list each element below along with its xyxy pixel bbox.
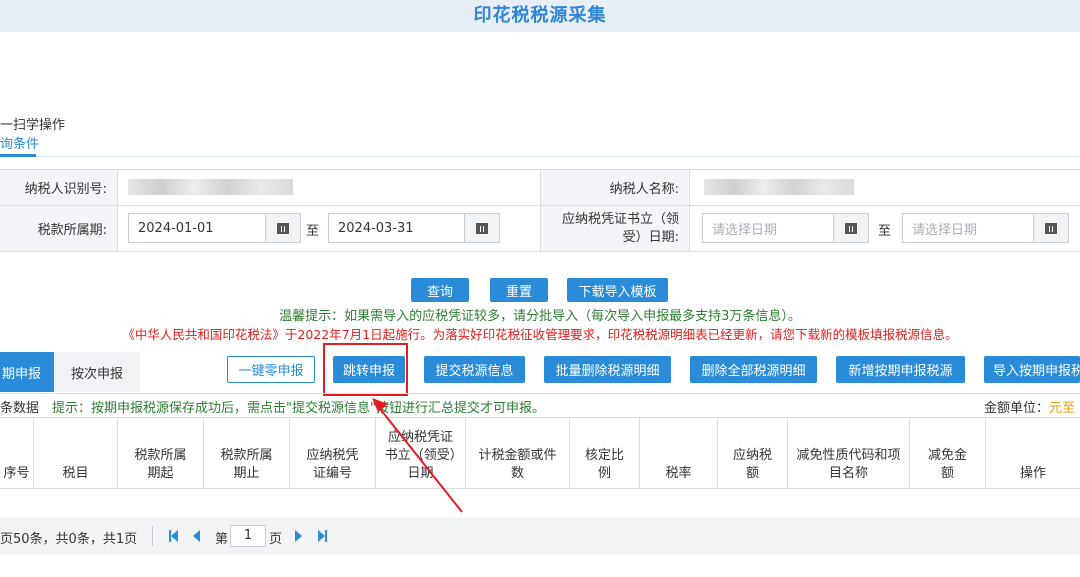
period-to-label: 至 bbox=[306, 224, 320, 239]
table-header: 序号 税目 税款所属期起 税款所属期止 应纳税凭证编号 应纳税凭证书立（领受）日… bbox=[0, 417, 1080, 489]
amount-unit-label: 金额单位： bbox=[984, 401, 1050, 416]
info-bar: 条数据 提示：按期申报税源保存成功后，需点击"提交税源信息"按钮进行汇总提交才可… bbox=[0, 393, 1080, 417]
nav-divider bbox=[0, 156, 1080, 157]
col-tax-basis: 计税金额或件数 bbox=[466, 418, 570, 489]
data-count: 条数据 bbox=[0, 401, 40, 416]
add-periodic-source-button[interactable]: 新增按期申报税源 bbox=[836, 356, 965, 383]
law-notice: 《中华人民共和国印花税法》于2022年7月1日起施行。为落实好印花税征收管理要求… bbox=[122, 327, 958, 342]
col-period-end: 税款所属期止 bbox=[204, 418, 290, 489]
last-page-icon[interactable] bbox=[318, 530, 327, 542]
submit-source-button[interactable]: 提交税源信息 bbox=[424, 356, 525, 383]
query-button[interactable]: 查询 bbox=[411, 278, 469, 302]
doc-date-to-label: 至 bbox=[878, 224, 892, 239]
breadcrumb-scan-tutorial[interactable]: 一扫学操作 bbox=[0, 114, 65, 133]
calendar-icon bbox=[845, 222, 857, 234]
submit-tip: 提示：按期申报税源保存成功后，需点击"提交税源信息"按钮进行汇总提交才可申报。 bbox=[52, 401, 545, 416]
title-bar: 印花税税源采集 bbox=[0, 0, 1080, 32]
col-tax-payable: 应纳税额 bbox=[718, 418, 788, 489]
doc-date-end-calendar-button[interactable] bbox=[1033, 213, 1069, 243]
taxpayer-id-label: 纳税人识别号: bbox=[0, 170, 118, 205]
query-form: 纳税人识别号: 纳税人名称: 税款所属期: 2024-01-01 至 2024-… bbox=[0, 169, 1080, 252]
doc-date-end-input[interactable]: 请选择日期 bbox=[902, 213, 1034, 243]
nav-active-underline bbox=[0, 154, 36, 157]
page-number-input[interactable]: 1 bbox=[230, 525, 266, 547]
breadcrumb-query-conditions[interactable]: 询条件 bbox=[0, 133, 39, 152]
highlight-box bbox=[323, 343, 408, 396]
taxpayer-name-value bbox=[690, 170, 1080, 205]
period-range: 2024-01-01 至 2024-03-31 bbox=[118, 206, 540, 251]
calendar-icon bbox=[1045, 222, 1057, 234]
tab-periodic-declaration[interactable]: 期申报 bbox=[0, 352, 54, 392]
col-ratio: 核定比例 bbox=[570, 418, 640, 489]
col-operation: 操作 bbox=[1019, 466, 1046, 481]
import-periodic-button[interactable]: 导入按期申报税 bbox=[984, 356, 1080, 383]
page-prefix: 第 bbox=[215, 532, 229, 547]
period-end-input[interactable]: 2024-03-31 bbox=[328, 213, 465, 243]
delete-all-button[interactable]: 删除全部税源明细 bbox=[690, 356, 817, 383]
taxpayer-name-redacted bbox=[704, 179, 854, 195]
col-tax-item: 税目 bbox=[34, 418, 118, 489]
next-page-icon[interactable] bbox=[295, 530, 302, 542]
doc-date-start-calendar-button[interactable] bbox=[833, 213, 869, 243]
first-page-icon[interactable] bbox=[169, 530, 178, 542]
period-start-calendar-button[interactable] bbox=[265, 213, 301, 243]
taxpayer-name-label: 纳税人名称: bbox=[540, 170, 690, 205]
form-row-period: 税款所属期: 2024-01-01 至 2024-03-31 应纳税凭证书立（领… bbox=[0, 206, 1080, 252]
doc-date-start-input[interactable]: 请选择日期 bbox=[702, 213, 834, 243]
col-doc-no: 应纳税凭证编号 bbox=[290, 418, 376, 489]
col-relief-amount: 减免金额 bbox=[910, 418, 986, 489]
calendar-icon bbox=[277, 222, 289, 234]
amount-unit: 金额单位：元至 bbox=[984, 397, 1075, 416]
period-label: 税款所属期: bbox=[0, 206, 118, 251]
zero-declare-button[interactable]: 一键零申报 bbox=[227, 356, 315, 383]
taxpayer-id-redacted bbox=[128, 179, 293, 195]
col-doc-date: 应纳税凭证书立（领受）日期 bbox=[376, 418, 466, 489]
download-template-button[interactable]: 下载导入模板 bbox=[567, 278, 668, 302]
page-title: 印花税税源采集 bbox=[473, 5, 607, 26]
col-tax-rate: 税率 bbox=[640, 418, 718, 489]
col-period-start: 税款所属期起 bbox=[118, 418, 204, 489]
doc-date-range: 请选择日期 至 请选择日期 bbox=[690, 206, 1080, 251]
doc-date-label: 应纳税凭证书立（领受）日期: bbox=[540, 206, 690, 251]
col-seq: 序号 bbox=[0, 418, 34, 489]
page-suffix: 页 bbox=[269, 532, 283, 547]
import-tip: 温馨提示：如果需导入的应税凭证较多，请分批导入（每次导入申报最多支持3万条信息）… bbox=[279, 309, 801, 324]
period-end-calendar-button[interactable] bbox=[464, 213, 500, 243]
amount-unit-value[interactable]: 元至 bbox=[1049, 401, 1075, 416]
col-relief-code: 减免性质代码和项目名称 bbox=[788, 418, 910, 489]
period-start-input[interactable]: 2024-01-01 bbox=[128, 213, 266, 243]
pagination-summary: 页50条，共0条，共1页 bbox=[0, 532, 138, 547]
taxpayer-id-value bbox=[118, 170, 540, 205]
prev-page-icon[interactable] bbox=[193, 530, 200, 542]
pagination-bar: 页50条，共0条，共1页 第 1 页 bbox=[0, 517, 1080, 555]
batch-delete-button[interactable]: 批量删除税源明细 bbox=[544, 356, 671, 383]
reset-button[interactable]: 重置 bbox=[490, 278, 548, 302]
tab-per-time-declaration[interactable]: 按次申报 bbox=[54, 352, 140, 392]
form-row-taxpayer: 纳税人识别号: 纳税人名称: bbox=[0, 170, 1080, 206]
pagination-separator bbox=[152, 526, 153, 546]
calendar-icon bbox=[476, 222, 488, 234]
